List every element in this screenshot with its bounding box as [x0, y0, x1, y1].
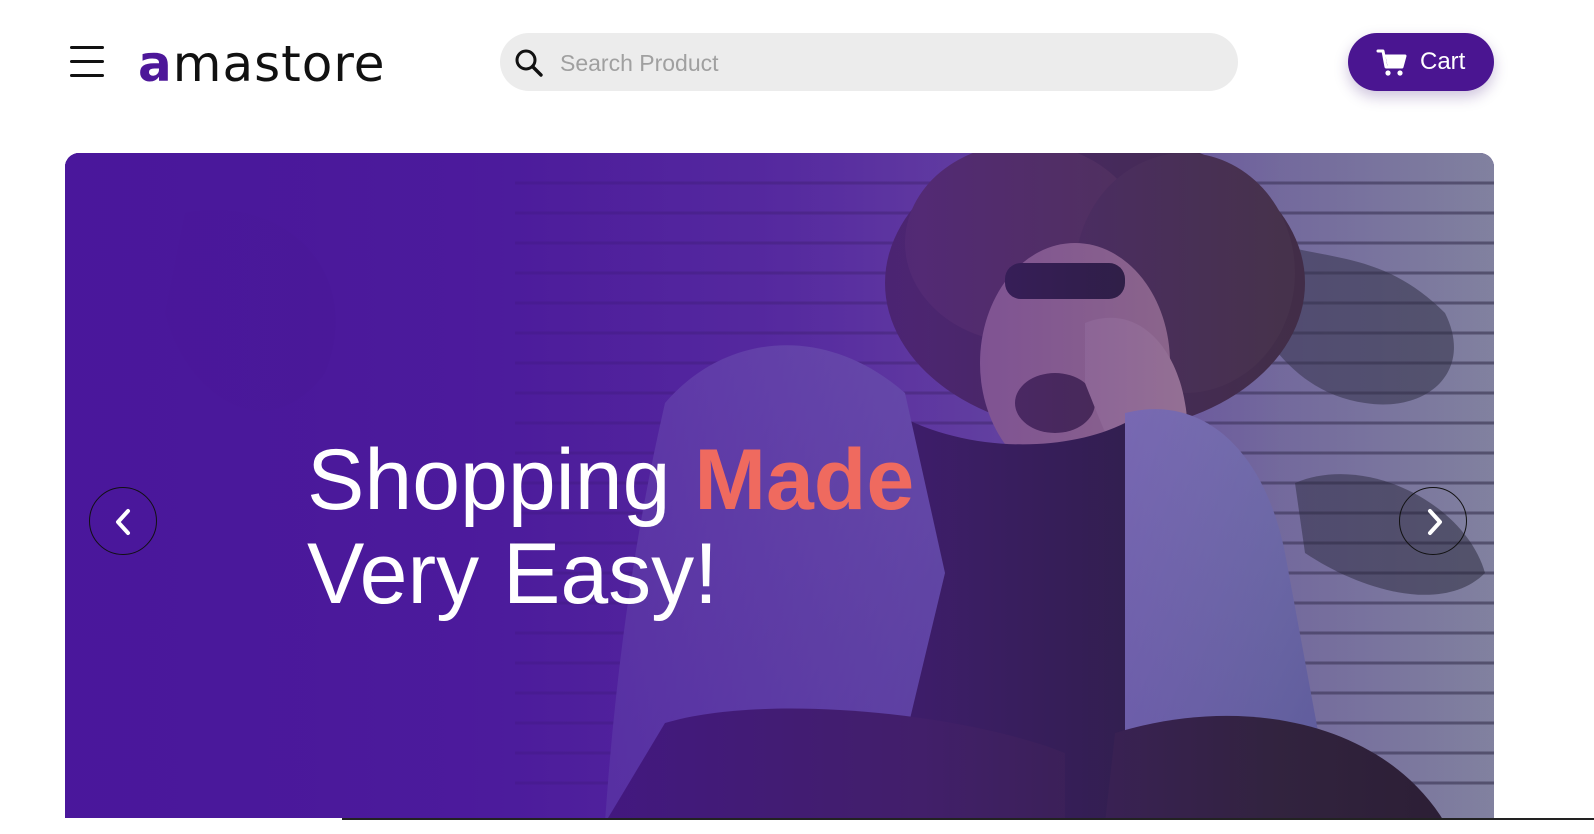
headline-highlight: Made [694, 432, 915, 528]
logo-text: mastore [172, 35, 386, 93]
page: amastore Cart [0, 0, 1594, 834]
search-bar [500, 33, 1238, 91]
hamburger-menu-icon[interactable] [68, 44, 106, 80]
cart-button[interactable]: Cart [1348, 33, 1494, 91]
headline-part1: Shopping [307, 432, 695, 528]
carousel-next-button[interactable] [1399, 487, 1467, 555]
search-input[interactable] [558, 41, 1222, 85]
headline-line-2: Very Easy! [307, 526, 719, 622]
search-icon[interactable] [514, 48, 544, 78]
site-header: amastore Cart [0, 0, 1594, 124]
headline-line-1: Shopping Made [307, 433, 914, 527]
cart-label: Cart [1420, 48, 1466, 75]
carousel-prev-button[interactable] [89, 487, 157, 555]
chevron-left-icon [116, 509, 130, 535]
divider [342, 818, 1594, 820]
site-logo[interactable]: amastore [138, 34, 386, 94]
shopping-cart-icon [1376, 49, 1407, 76]
hero-banner: Shopping Made Very Easy! [65, 153, 1494, 823]
page-bottom-edge [0, 818, 1594, 834]
chevron-right-icon [1428, 509, 1442, 535]
hero-headline: Shopping Made Very Easy! [307, 433, 914, 621]
logo-accent-letter: a [138, 35, 173, 93]
